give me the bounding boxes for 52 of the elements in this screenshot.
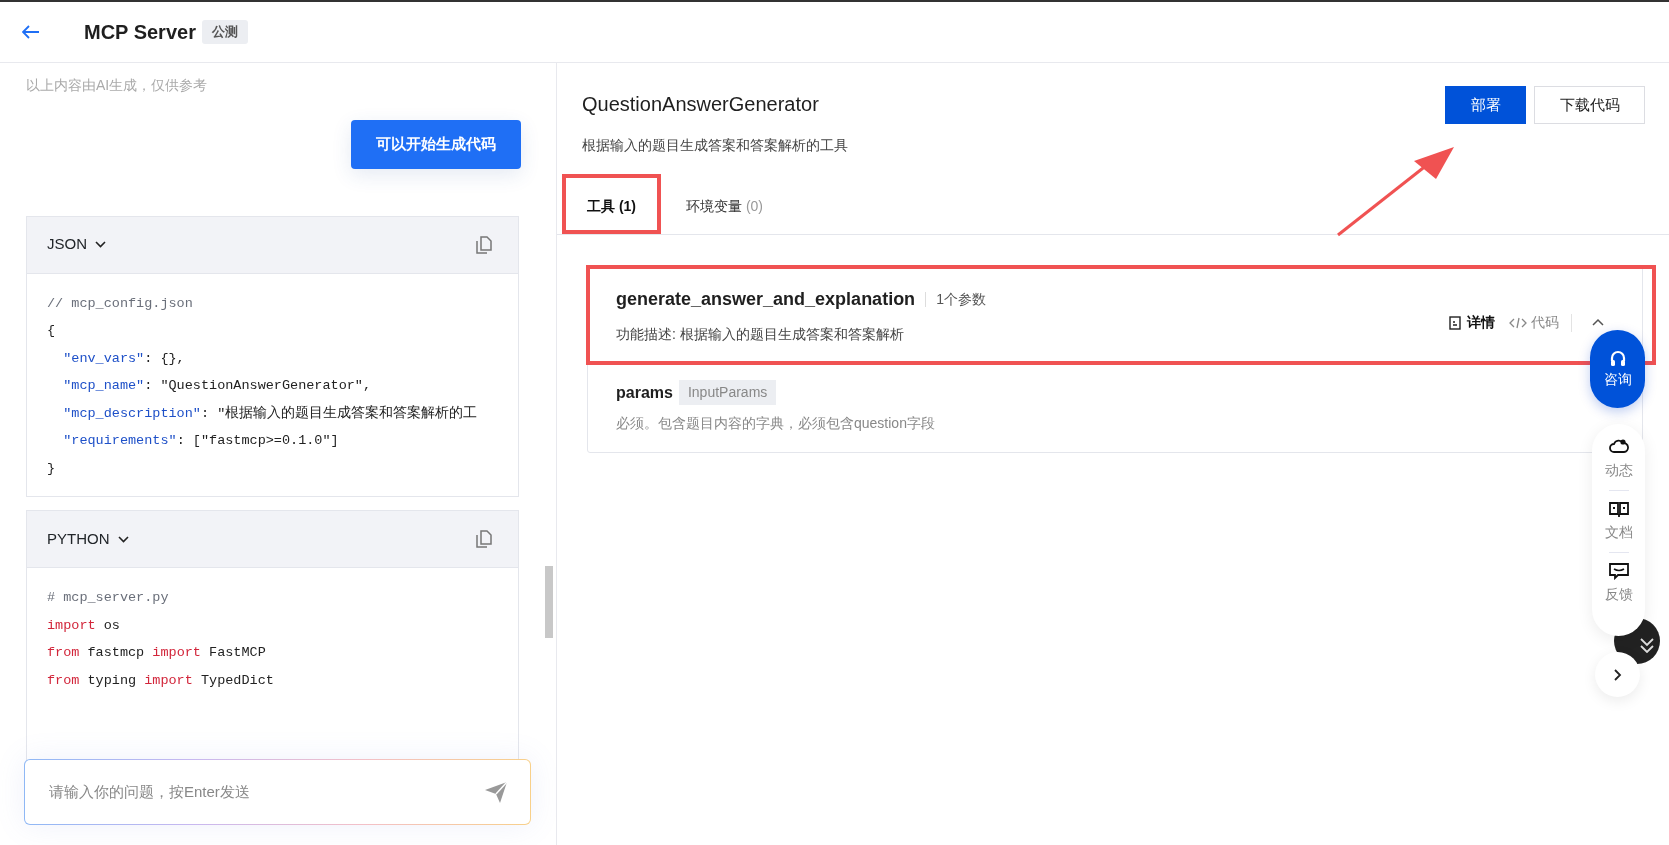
side-tool-button[interactable]: 文档 (1592, 500, 1645, 543)
code-line: } (47, 459, 57, 478)
caret-icon (95, 241, 106, 248)
code-icon (1509, 316, 1527, 329)
code-link[interactable]: 代码 (1531, 312, 1559, 333)
page-title: MCP Server (84, 20, 196, 45)
collapse-icon[interactable] (1592, 318, 1604, 327)
copy-icon[interactable] (476, 530, 492, 548)
message-icon (1608, 562, 1629, 580)
cloud-icon (1608, 438, 1629, 456)
details-link[interactable]: 详情 (1467, 312, 1495, 333)
download-code-button[interactable]: 下载代码 (1534, 86, 1645, 124)
code-line: from fastmcp import FastMCP (47, 644, 267, 662)
code-line: { (47, 322, 57, 340)
server-description: 根据输入的题目生成答案和答案解析的工具 (582, 136, 848, 155)
tool-description: 功能描述: 根据输入的题目生成答案和答案解析 (616, 325, 905, 344)
code-line: "mcp_name": "QuestionAnswerGenerator", (62, 377, 373, 395)
code-line: from typing import TypedDict (47, 671, 275, 690)
back-arrow-icon[interactable] (22, 25, 40, 39)
server-name: QuestionAnswerGenerator (582, 92, 820, 117)
expand-button[interactable] (1595, 652, 1640, 697)
ai-notice: 以上内容由AI生成，仅供参考 (25, 76, 209, 95)
copy-icon[interactable] (476, 235, 492, 254)
param-count: 1个参数 (936, 290, 986, 309)
code-line: "requirements": ["fastmcp>=0.1.0"] (62, 432, 340, 450)
tool-name: generate_answer_and_explanation (616, 288, 916, 311)
code-line: // mcp_config.json (47, 294, 194, 313)
language-dropdown[interactable]: PYTHON (47, 527, 129, 551)
code-line: # mcp_server.py (47, 589, 170, 607)
deploy-button[interactable]: 部署 (1445, 86, 1526, 124)
side-tool-button[interactable]: 反馈 (1592, 562, 1645, 605)
caret-icon (117, 535, 129, 543)
language-dropdown[interactable]: JSON (47, 233, 106, 256)
code-line: import os (47, 616, 121, 635)
question-field[interactable]: 请输入你的问题，按Enter发送 (24, 759, 531, 825)
scrollbar-thumb[interactable] (545, 566, 553, 638)
code-line: "mcp_description": "根据输入的题目生成答案和答案解析的工 (62, 404, 479, 423)
param-type: InputParams (678, 380, 777, 405)
generate-code-button[interactable]: 可以开始生成代码 (351, 120, 521, 169)
beta-tag: 公测 (201, 20, 248, 44)
double-chevron-icon (1640, 637, 1654, 653)
code-line: "env_vars": {}, (62, 349, 186, 368)
document-icon (1449, 315, 1461, 330)
tab[interactable]: 环境变量 (0) (661, 180, 789, 234)
chevron-right-icon (1613, 668, 1622, 681)
param-description: 必须。包含题目内容的字典，必须包含question字段 (616, 414, 936, 433)
book-icon (1608, 500, 1629, 518)
param-name: params (616, 382, 673, 403)
side-tool-button[interactable]: 动态 (1592, 438, 1645, 481)
consult-button[interactable]: 咨询 (1590, 330, 1645, 408)
send-icon[interactable] (484, 780, 508, 804)
tab[interactable]: 工具 (1) (562, 180, 661, 234)
